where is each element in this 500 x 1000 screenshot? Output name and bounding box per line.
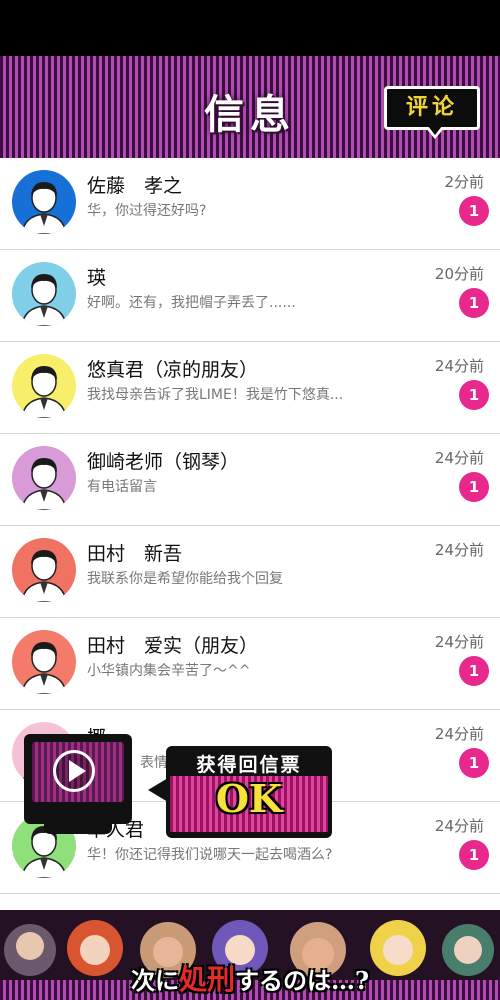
avatar [12,262,76,326]
banner-caption: 次に処刑するのは…? [130,963,370,996]
message-time: 24分前 [434,357,484,375]
tv-stand [44,824,112,834]
message-preview: 我找母亲告诉了我LIME！我是竹下悠真... [87,387,344,403]
message-time: 24分前 [434,541,484,559]
review-button-label: 评论 [405,95,458,120]
review-button[interactable]: 评论 [384,86,480,139]
contact-name: 田村 新吾 [87,543,183,565]
message-time: 24分前 [434,817,484,835]
unread-badge: 1 [459,840,489,870]
message-preview: 我联系你是希望你能给我个回复 [87,571,283,587]
message-time: 24分前 [434,449,484,467]
contact-name: 御崎老师（钢琴） [87,451,240,473]
avatar [12,170,76,234]
contact-name: 瑛 [87,267,107,289]
message-time: 2分前 [444,173,484,191]
message-preview: 好啊。还有，我把帽子弄丢了...... [87,295,296,311]
message-preview: 华，你过得还好吗? [87,203,207,219]
message-row[interactable]: 田村 新吾 我联系你是希望你能给我个回复 24分前 [0,526,500,618]
message-time: 24分前 [434,725,484,743]
message-time: 24分前 [434,633,484,651]
message-row[interactable]: 瑛 好啊。还有，我把帽子弄丢了...... 20分前 1 [0,250,500,342]
message-row[interactable]: 田村 爱实（朋友） 小华镇内集会辛苦了～^^ 24分前 1 [0,618,500,710]
reward-title: 获得回信票 [196,754,302,776]
unread-badge: 1 [459,748,489,778]
avatar [12,630,76,694]
unread-badge: 1 [459,656,489,686]
ad-banner[interactable]: 次に処刑するのは…? [0,910,500,1000]
status-bar [0,0,500,56]
contact-name: 田村 爱实（朋友） [87,635,259,657]
contact-name: 佐藤 孝之 [87,175,183,197]
message-preview: 有电话留言 [87,479,157,495]
avatar [12,538,76,602]
message-preview: 华！你还记得我们说哪天一起去喝酒么? [87,847,333,863]
reward-popup: 获得回信票 OK [24,734,334,840]
message-preview: 小华镇内集会辛苦了～^^ [87,663,251,679]
video-ad-button[interactable] [24,734,132,824]
message-row[interactable]: 御崎老师（钢琴） 有电话留言 24分前 1 [0,434,500,526]
unread-badge: 1 [459,288,489,318]
avatar [12,354,76,418]
message-row[interactable]: 佐藤 孝之 华，你过得还好吗? 2分前 1 [0,158,500,250]
avatar [12,446,76,510]
reward-bubble[interactable]: 获得回信票 OK [166,746,332,838]
message-time: 20分前 [434,265,484,283]
unread-badge: 1 [459,380,489,410]
ok-button[interactable]: OK [166,776,332,821]
unread-badge: 1 [459,472,489,502]
unread-badge: 1 [459,196,489,226]
contact-name: 悠真君（凉的朋友） [87,359,259,381]
message-row[interactable]: 悠真君（凉的朋友） 我找母亲告诉了我LIME！我是竹下悠真... 24分前 1 [0,342,500,434]
